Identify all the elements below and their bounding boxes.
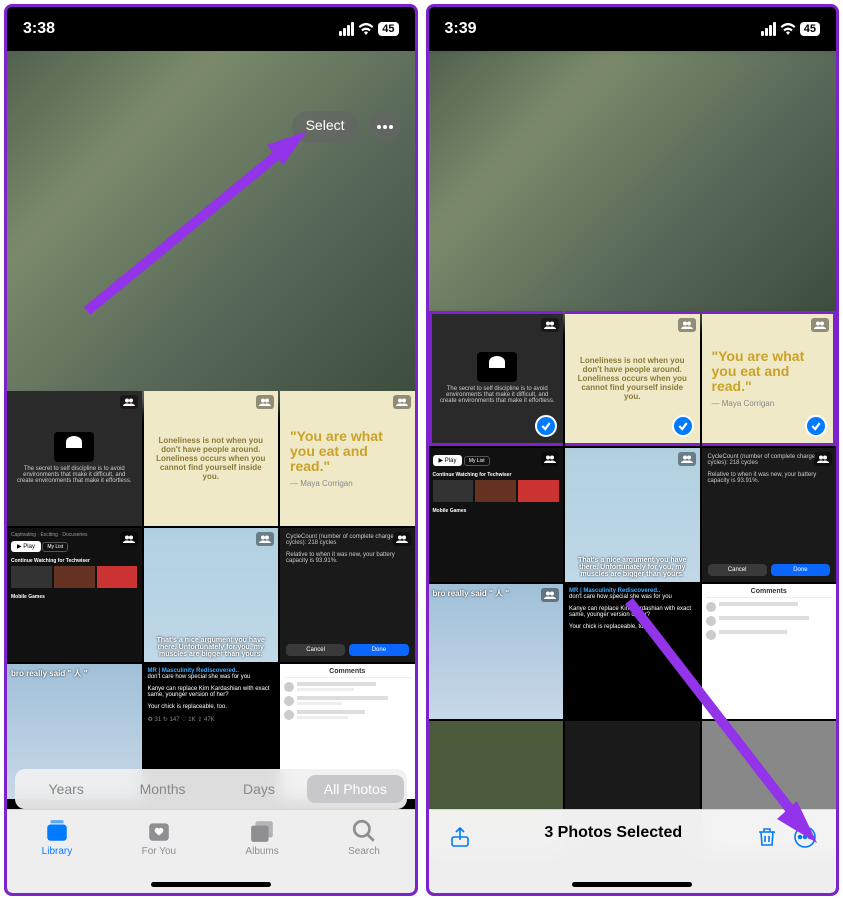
photo-thumbnail-selected[interactable]: The secret to self discipline is to avoi…	[429, 311, 564, 446]
tab-bar: Library For You Albums Search	[7, 809, 415, 893]
tab-foryou[interactable]: For You	[142, 818, 176, 857]
photo-thumbnail-selected[interactable]: Loneliness is not when you don't have pe…	[565, 311, 700, 446]
shared-icon	[541, 318, 559, 332]
shared-icon	[678, 318, 696, 332]
photos-library-view: Select The secret to self discipline is …	[7, 51, 415, 893]
photo-thumbnail[interactable]: Loneliness is not when you don't have pe…	[144, 391, 279, 526]
status-time: 3:38	[23, 20, 55, 38]
photo-thumbnail[interactable]: "You are what you eat and read." — Maya …	[280, 391, 415, 526]
battery-level: 45	[800, 22, 820, 36]
photo-thumbnail[interactable]: CycleCount (number of complete charge cy…	[280, 528, 415, 663]
view-segmented-control[interactable]: Years Months Days All Photos	[15, 769, 407, 809]
annotation-arrow-left	[77, 131, 317, 326]
screenshot-right: 3:39 45 The secret to self discipline is…	[426, 4, 840, 896]
side-by-side-container: 3:38 45 Select	[0, 0, 843, 900]
segment-years[interactable]: Years	[18, 775, 114, 803]
home-indicator[interactable]	[151, 882, 271, 887]
tab-search[interactable]: Search	[348, 818, 380, 857]
photo-thumbnail[interactable]: CycleCount (number of complete charge cy…	[702, 448, 837, 583]
hero-blur-photo	[429, 51, 837, 324]
shared-icon	[541, 588, 559, 602]
wifi-icon	[358, 23, 374, 35]
library-icon	[44, 818, 70, 844]
battery-level: 45	[378, 22, 398, 36]
shared-icon	[120, 532, 138, 546]
shared-icon	[120, 395, 138, 409]
photo-thumbnail[interactable]: The secret to self discipline is to avoi…	[7, 391, 142, 526]
checkmark-icon	[672, 415, 694, 437]
tab-library[interactable]: Library	[42, 818, 73, 857]
tab-albums[interactable]: Albums	[245, 818, 278, 857]
shared-icon	[256, 532, 274, 546]
shared-icon	[678, 452, 696, 466]
screenshot-left: 3:38 45 Select	[4, 4, 418, 896]
checkmark-icon	[805, 415, 827, 437]
albums-icon	[249, 818, 275, 844]
wifi-icon	[780, 23, 796, 35]
status-bar: 3:39 45	[429, 7, 837, 51]
photo-thumbnail[interactable]: ▶ Play My List Continue Watching for Tec…	[429, 448, 564, 583]
status-right: 45	[761, 22, 820, 36]
cellular-icon	[339, 22, 354, 36]
shared-icon	[393, 395, 411, 409]
status-bar: 3:38 45	[7, 7, 415, 51]
home-indicator[interactable]	[572, 882, 692, 887]
status-time: 3:39	[445, 20, 477, 38]
more-button[interactable]	[369, 111, 401, 143]
shared-icon	[814, 452, 832, 466]
segment-months[interactable]: Months	[114, 775, 210, 803]
photos-selection-view: The secret to self discipline is to avoi…	[429, 51, 837, 893]
search-icon	[351, 818, 377, 844]
segment-days[interactable]: Days	[211, 775, 307, 803]
share-button[interactable]	[447, 824, 473, 850]
photo-thumbnail[interactable]: bro really said " 人 "	[429, 584, 564, 719]
shared-icon	[393, 532, 411, 546]
shared-icon	[256, 395, 274, 409]
status-right: 45	[339, 22, 398, 36]
photo-thumbnail[interactable]: That's a nice argument you have there. U…	[565, 448, 700, 583]
shared-icon	[541, 452, 559, 466]
shared-icon	[811, 318, 829, 332]
foryou-icon	[146, 818, 172, 844]
photo-thumbnail-selected[interactable]: "You are what you eat and read." — Maya …	[702, 311, 837, 446]
photo-grid[interactable]: The secret to self discipline is to avoi…	[7, 391, 415, 799]
cellular-icon	[761, 22, 776, 36]
checkmark-icon	[535, 415, 557, 437]
photo-thumbnail[interactable]: That's a nice argument you have there. U…	[144, 528, 279, 663]
photo-thumbnail[interactable]: Captivating · Exciting · Docuseries ▶ Pl…	[7, 528, 142, 663]
annotation-arrow-right	[619, 591, 837, 856]
segment-all-photos[interactable]: All Photos	[307, 775, 403, 803]
